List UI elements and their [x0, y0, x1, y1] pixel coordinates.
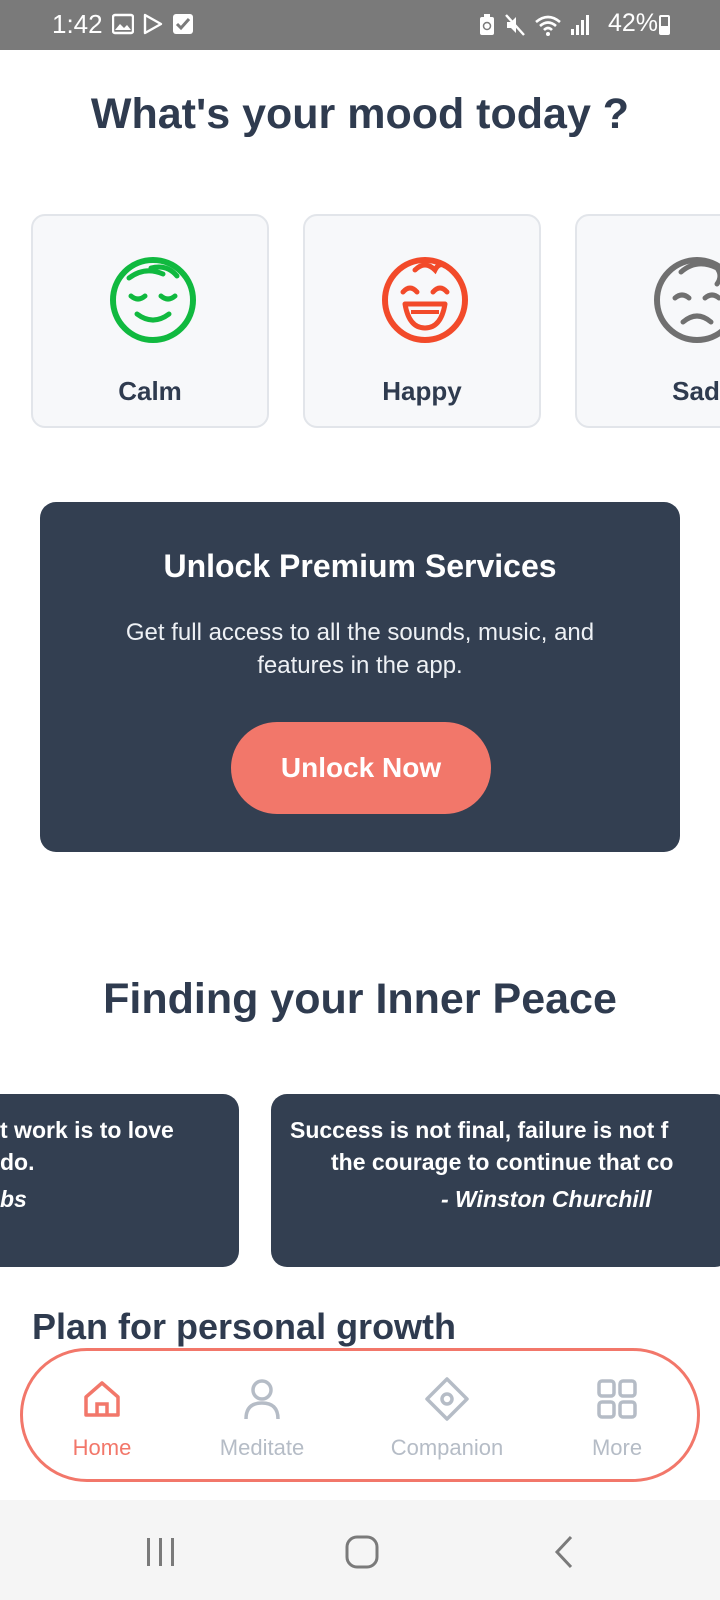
quote-author: - Winston Churchill	[441, 1186, 652, 1212]
happy-face-icon	[382, 257, 468, 343]
battery-icon	[659, 15, 670, 35]
nav-meditate[interactable]: Meditate	[203, 1351, 321, 1479]
diamond-icon	[425, 1377, 469, 1421]
bottom-nav: Home Meditate Companion More	[20, 1348, 700, 1482]
calm-face-icon	[110, 257, 196, 343]
premium-title: Unlock Premium Services	[163, 548, 557, 584]
battery-percent: 42%	[607, 9, 658, 37]
nav-home[interactable]: Home	[43, 1351, 161, 1479]
quote-card[interactable]: t work is to love do. bs	[0, 1094, 239, 1267]
signal-icon	[571, 15, 589, 35]
status-time: 1:42	[52, 9, 103, 39]
nav-more[interactable]: More	[558, 1351, 676, 1479]
wifi-icon	[535, 15, 561, 36]
status-left-icons	[112, 13, 194, 35]
quote-author: bs	[0, 1186, 27, 1212]
mood-card-happy[interactable]: Happy	[303, 214, 541, 428]
back-icon[interactable]	[552, 1534, 576, 1570]
mood-card-calm[interactable]: Calm	[31, 214, 269, 428]
premium-card: Unlock Premium Services Get full access …	[40, 502, 680, 852]
quote-line: t work is to love	[0, 1117, 174, 1143]
personal-growth-title: Plan for personal growth	[32, 1306, 457, 1347]
gallery-icon	[112, 13, 134, 35]
quote-line: Success is not final, failure is not f	[290, 1117, 669, 1143]
grid-icon	[597, 1379, 637, 1419]
mood-title: What's your mood today ?	[90, 90, 630, 138]
home-button-icon[interactable]	[344, 1534, 380, 1570]
system-nav-bar	[0, 1500, 720, 1600]
mood-label: Happy	[382, 376, 462, 406]
quote-card[interactable]: Success is not final, failure is not f t…	[271, 1094, 720, 1267]
nav-label: Companion	[390, 1435, 504, 1460]
quote-line: do.	[0, 1149, 35, 1175]
status-right-icons	[478, 13, 592, 37]
nav-label: Home	[72, 1435, 132, 1460]
play-store-icon	[143, 13, 163, 35]
mood-card-sad[interactable]: Sad	[575, 214, 720, 428]
premium-description: Get full access to all the sounds, music…	[125, 619, 595, 679]
recent-apps-icon[interactable]	[144, 1536, 178, 1568]
checkbox-icon	[173, 14, 193, 34]
nav-label: More	[591, 1435, 643, 1460]
nav-label: Meditate	[219, 1435, 305, 1460]
quote-line: the courage to continue that co	[331, 1149, 674, 1175]
unlock-now-button[interactable]: Unlock Now	[231, 722, 491, 814]
status-bar: 1:42 42%	[0, 0, 720, 50]
mood-label: Sad	[672, 376, 720, 406]
person-icon	[244, 1379, 280, 1420]
sad-face-icon	[654, 257, 720, 343]
nav-companion[interactable]: Companion	[377, 1351, 517, 1479]
inner-peace-title: Finding your Inner Peace	[103, 975, 617, 1023]
battery-saver-icon	[480, 14, 494, 35]
mute-icon	[505, 14, 525, 36]
mood-label: Calm	[118, 376, 182, 406]
home-icon	[84, 1381, 120, 1417]
